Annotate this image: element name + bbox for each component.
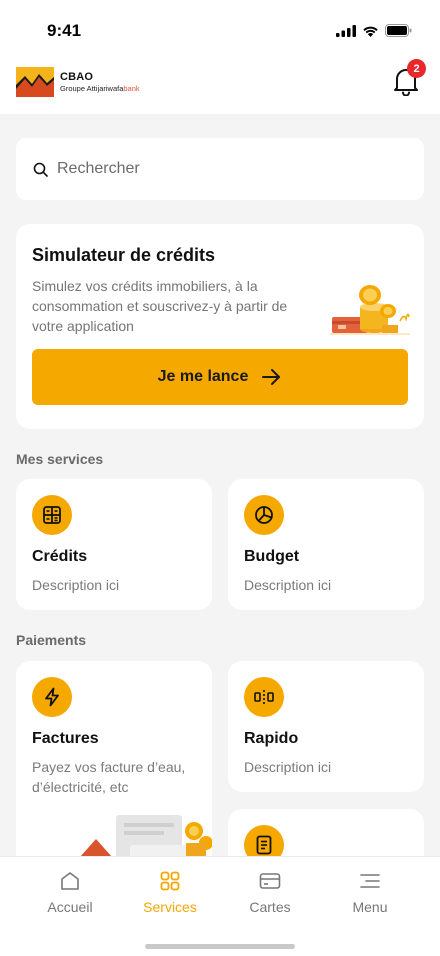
simulator-description: Simulez vos crédits immobiliers, à la co… (32, 278, 288, 334)
tile-title: Rapido (244, 730, 299, 747)
status-time: 9:41 (47, 21, 82, 40)
tile-title: Crédits (32, 548, 88, 565)
paiements-title: Paiements (16, 632, 87, 648)
home-icon (61, 872, 79, 890)
simulator-start-button[interactable]: Je me lance (32, 349, 408, 405)
menu-icon (360, 874, 380, 888)
tile-title: Budget (244, 548, 300, 565)
nav-item-cartes[interactable]: Cartes (220, 869, 320, 915)
nav-item-label: Services (143, 899, 197, 915)
arrow-right-icon (262, 369, 281, 385)
calculator-icon (32, 495, 72, 535)
notification-badge: 2 (407, 59, 426, 78)
nav-item-accueil[interactable]: Accueil (20, 869, 120, 915)
nav-item-services[interactable]: Services (120, 869, 220, 915)
credit-simulator-card: Simulateur de crédits Simulez vos crédit… (16, 224, 424, 429)
wifi-icon (363, 26, 378, 37)
grid-icon (160, 871, 180, 891)
search-icon (33, 162, 48, 177)
signal-icon (336, 24, 356, 37)
mes-services-title: Mes services (16, 451, 104, 467)
brand-subtitle-suffix: bank (123, 84, 140, 93)
brand-name: CBAO (60, 71, 94, 83)
nav-item-menu[interactable]: Menu (320, 869, 420, 915)
simulator-start-label: Je me lance (157, 368, 249, 385)
nav-item-label: Cartes (249, 899, 291, 915)
toll-icon (244, 677, 284, 717)
battery-icon (385, 24, 412, 37)
status-icons (336, 24, 412, 37)
brand-subtitle: Groupe Attijariwafabank (60, 84, 140, 93)
brand-logo: CBAO Groupe Attijariwafabank (16, 67, 140, 97)
nav-item-label: Menu (352, 899, 388, 915)
lightning-icon (32, 677, 72, 717)
home-indicator[interactable] (145, 944, 295, 949)
nav-item-label: Accueil (47, 899, 93, 915)
search-bar[interactable]: Rechercher (16, 138, 424, 200)
tile-description: Description ici (244, 759, 332, 775)
bottom-navigation: Accueil Services Cartes Menu (0, 856, 440, 956)
status-bar: 9:41 (0, 0, 440, 50)
pie-chart-icon (244, 495, 284, 535)
service-tile-budget[interactable]: Budget Description ici (228, 479, 424, 610)
app-header: CBAO Groupe Attijariwafabank 2 (0, 50, 440, 114)
card-icon (259, 873, 281, 889)
brand-logo-icon (16, 67, 54, 97)
payment-tile-rapido[interactable]: Rapido Description ici (228, 661, 424, 792)
coins-illustration (330, 285, 410, 335)
simulator-title: Simulateur de crédits (32, 245, 216, 265)
tile-description: Description ici (32, 577, 120, 593)
search-input[interactable]: Rechercher (57, 160, 140, 178)
tile-description: Description ici (244, 577, 332, 593)
service-tile-credits[interactable]: Crédits Description ici (16, 479, 212, 610)
tile-title: Factures (32, 730, 99, 747)
tile-description: Payez vos facture d’eau, d’électricité, … (32, 759, 186, 795)
